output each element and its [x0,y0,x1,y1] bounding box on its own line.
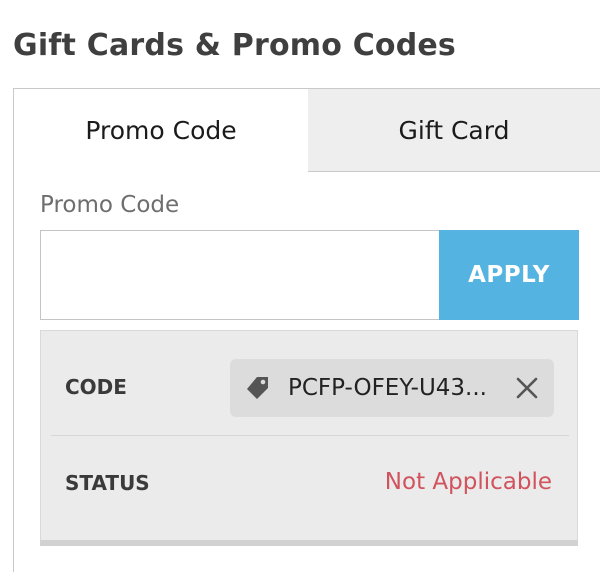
summary-bottom-shadow [40,540,578,546]
applied-code-summary: CODE PCFP-OFEY-U43... STATUS Not Applica… [40,330,578,542]
status-row-label: STATUS [65,471,150,495]
tab-promo-code[interactable]: Promo Code [13,88,309,172]
page-title: Gift Cards & Promo Codes [13,28,456,63]
promo-codes-page: Gift Cards & Promo Codes Promo Code Gift… [0,0,600,572]
promo-code-field-label: Promo Code [40,192,180,218]
code-row-label: CODE [65,375,127,399]
apply-button[interactable]: APPLY [439,230,579,320]
row-divider [51,435,569,436]
status-value: Not Applicable [384,469,552,495]
promo-code-input[interactable] [40,230,440,320]
tag-icon [244,374,272,402]
applied-code-value: PCFP-OFEY-U43... [288,375,487,401]
tab-gift-card[interactable]: Gift Card [308,88,600,172]
close-icon[interactable] [512,373,542,403]
applied-code-chip: PCFP-OFEY-U43... [230,359,554,417]
